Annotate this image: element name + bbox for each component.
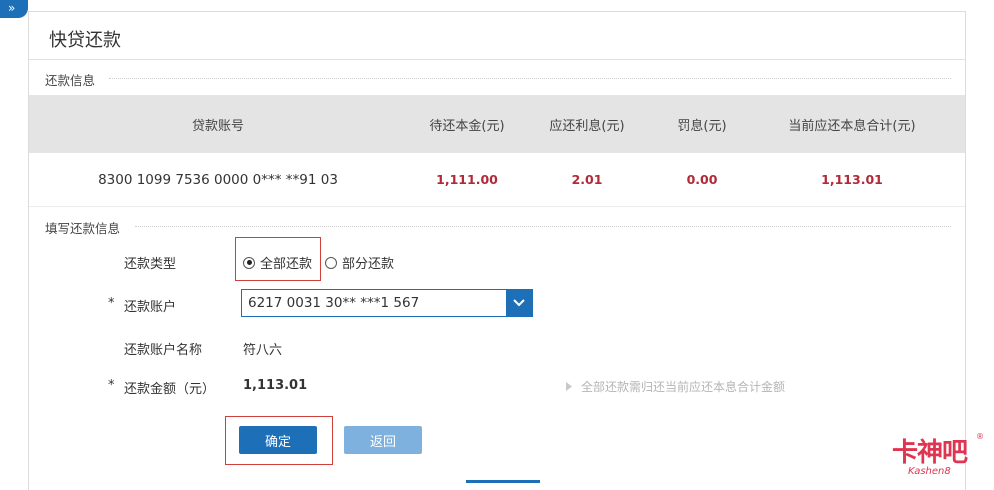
principal-value: 1,111.00 — [436, 172, 498, 187]
watermark-text: 卡神吧 — [892, 438, 968, 468]
radio-partial-repayment[interactable]: 部分还款 — [325, 253, 394, 272]
confirm-button[interactable]: 确定 — [239, 426, 317, 454]
header-total: 当前应还本息合计(元) — [788, 118, 916, 134]
total-value: 1,113.01 — [821, 172, 883, 187]
section-label-fill-info: 填写还款信息 — [45, 221, 121, 236]
required-mark: * — [108, 296, 115, 311]
select-value: 6217 0031 30** ***1 567 — [248, 295, 420, 311]
repayment-amount-value: 1,113.01 — [243, 378, 308, 393]
table-row: 8300 1099 7536 0000 0*** **91 03 1,111.0… — [29, 153, 965, 207]
watermark-subtext: Kashen8 — [908, 466, 951, 477]
bottom-indicator — [466, 480, 540, 483]
triangle-right-icon — [566, 382, 572, 391]
registered-mark: ® — [976, 432, 984, 441]
radio-unchecked-icon — [325, 256, 337, 269]
section-divider — [109, 78, 951, 79]
account-name-value: 符八六 — [243, 343, 283, 358]
radio-checked-icon — [243, 256, 255, 269]
table-header: 贷款账号 待还本金(元) 应还利息(元) 罚息(元) 当前应还本息合计(元) — [29, 95, 965, 153]
hint-label: 全部还款需归还当前应还本息合计金额 — [581, 380, 786, 394]
repayment-account-select[interactable]: 6217 0031 30** ***1 567 — [241, 289, 533, 317]
radio-label: 全部还款 — [260, 257, 313, 272]
repayment-account-label: 还款账户 — [124, 300, 177, 315]
radio-label: 部分还款 — [342, 257, 395, 272]
chevron-down-icon[interactable] — [506, 290, 532, 316]
header-principal: 待还本金(元) — [429, 118, 505, 134]
account-name-label: 还款账户名称 — [124, 343, 203, 358]
back-button[interactable]: 返回 — [344, 426, 422, 454]
page-title: 快贷还款 — [49, 30, 121, 51]
repayment-type-label: 还款类型 — [124, 257, 177, 272]
penalty-value: 0.00 — [686, 172, 718, 187]
watermark-logo: 卡神吧 ® Kashen8 — [892, 432, 988, 484]
required-mark: * — [108, 378, 115, 393]
title-divider — [29, 59, 965, 60]
collapse-tab[interactable]: » — [0, 0, 28, 18]
radio-full-repayment[interactable]: 全部还款 — [243, 253, 312, 272]
header-interest: 应还利息(元) — [549, 118, 625, 134]
section-divider — [135, 226, 951, 227]
repayment-panel: 快贷还款 还款信息 贷款账号 待还本金(元) 应还利息(元) 罚息(元) 当前应… — [28, 11, 966, 490]
interest-value: 2.01 — [571, 172, 603, 187]
loan-account-number: 8300 1099 7536 0000 0*** **91 03 — [98, 171, 338, 188]
section-label-repayment-info: 还款信息 — [45, 73, 96, 88]
header-loan-account: 贷款账号 — [191, 118, 244, 134]
hint-text: 全部还款需归还当前应还本息合计金额 — [565, 378, 785, 395]
double-chevron-icon: » — [8, 1, 16, 15]
repayment-amount-label: 还款金额（元） — [124, 382, 216, 397]
header-penalty: 罚息(元) — [677, 118, 727, 134]
